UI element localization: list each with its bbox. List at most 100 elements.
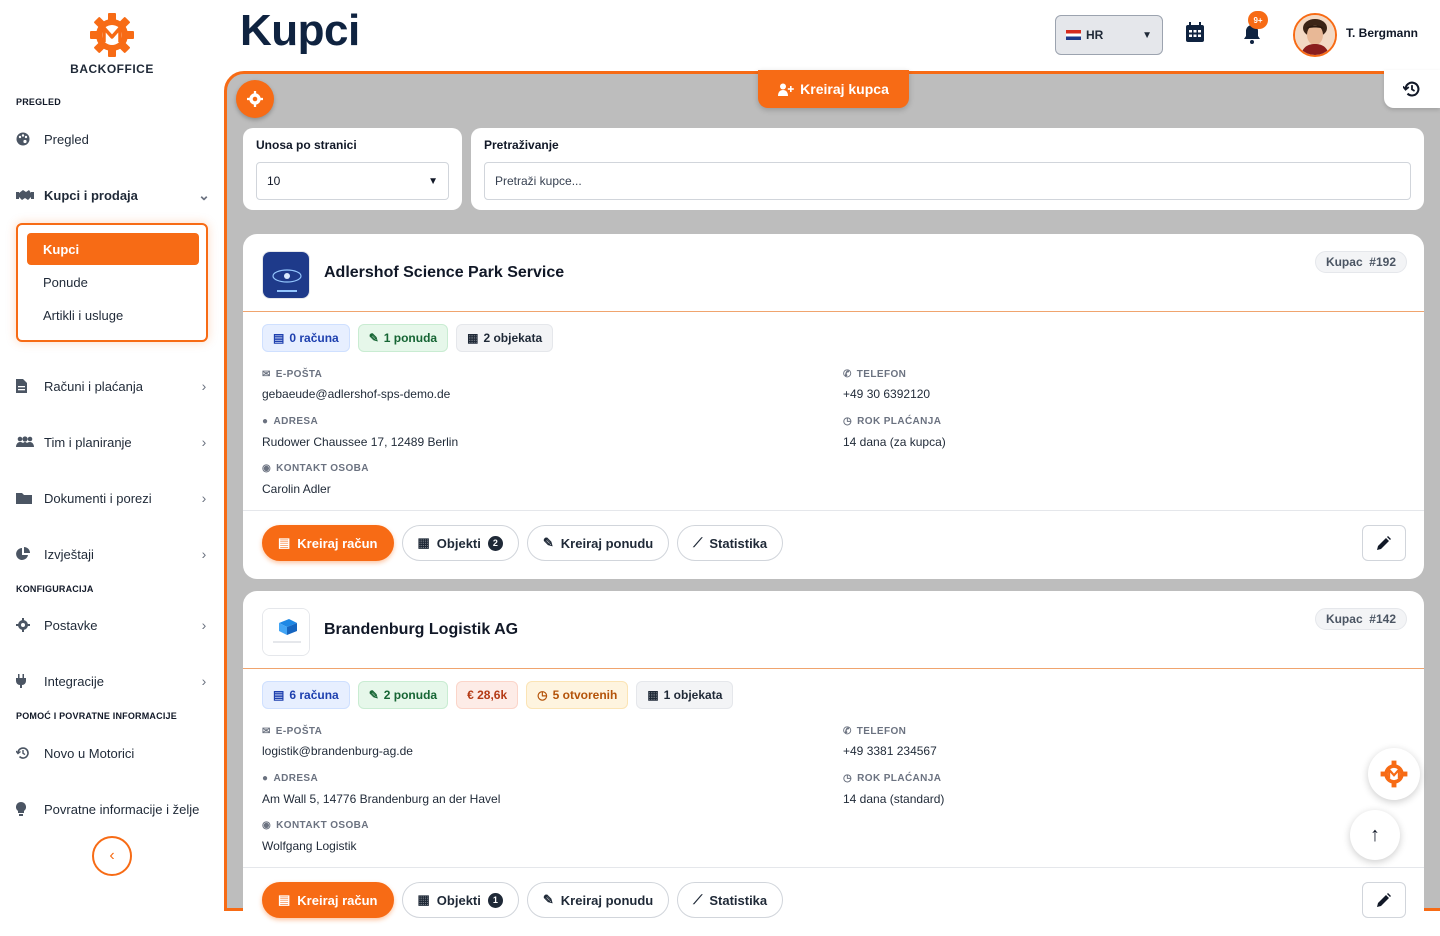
phone-value[interactable]: +49 30 6392120	[843, 387, 930, 401]
divider	[243, 311, 1424, 312]
sidebar-item-label: Postavke	[44, 617, 98, 633]
search-input[interactable]: Pretraži kupce...	[484, 162, 1411, 200]
objects-button[interactable]: ▦ Objekti 2	[401, 525, 519, 561]
sidebar-item-label: Povratne informacije i želje	[44, 801, 200, 817]
create-customer-button[interactable]: Kreiraj kupca	[758, 70, 909, 108]
user-icon: ◉	[262, 463, 272, 474]
assistant-button[interactable]	[1368, 748, 1420, 800]
customer-logo	[262, 608, 310, 656]
edit-button[interactable]	[1362, 525, 1406, 561]
lightbulb-icon	[16, 802, 38, 816]
sidebar-item-team[interactable]: Tim i planiranje ›	[16, 427, 210, 457]
building-icon: ▦	[647, 688, 659, 702]
invoice-icon	[16, 379, 38, 393]
customer-card: Adlershof Science Park Service Kupac #19…	[243, 234, 1424, 579]
email-value[interactable]: logistik@brandenburg-ag.de	[262, 744, 413, 758]
statistics-button[interactable]: ⟋ Statistika	[677, 882, 784, 918]
gear-icon	[247, 91, 263, 107]
brand-logo[interactable]: BACKOFFICE	[0, 12, 224, 76]
sidebar-item-feedback[interactable]: Povratne informacije i želje	[16, 794, 210, 824]
collapse-sidebar-button[interactable]: ‹	[92, 836, 132, 876]
sidebar-item-news[interactable]: Novo u Motorici	[16, 738, 210, 768]
avatar[interactable]	[1293, 13, 1337, 57]
objects-chip[interactable]: ▦ 1 objekata	[636, 681, 734, 709]
objects-button[interactable]: ▦ Objekti 1	[401, 882, 519, 918]
objects-count: 1	[487, 892, 503, 908]
objects-chip[interactable]: ▦ 2 objekata	[456, 324, 554, 352]
map-pin-icon: ●	[262, 416, 269, 427]
sidebar-item-overview[interactable]: Pregled	[16, 124, 210, 154]
sidebar-item-reports[interactable]: Izvještaji ›	[16, 539, 210, 569]
submenu-item-kupci[interactable]: Kupci	[27, 233, 199, 265]
search-label: Pretraživanje	[484, 138, 559, 152]
address-value: Rudower Chaussee 17, 12489 Berlin	[262, 435, 459, 449]
chevron-right-icon: ›	[201, 378, 207, 394]
phone-label: ✆ TELEFON	[843, 369, 907, 380]
contact-value: Carolin Adler	[262, 482, 331, 496]
invoices-chip[interactable]: ▤ 0 računa	[262, 324, 350, 352]
create-offer-button[interactable]: ✎ Kreiraj ponudu	[526, 525, 670, 561]
gear-logo-icon	[1380, 760, 1408, 788]
settings-button[interactable]	[236, 80, 274, 118]
search-panel: Pretraživanje Pretraži kupce...	[471, 128, 1424, 210]
customer-name[interactable]: Adlershof Science Park Service	[324, 264, 564, 282]
create-invoice-button[interactable]: ▤ Kreiraj račun	[262, 882, 394, 918]
building-icon: ▦	[467, 331, 479, 345]
chip-text: 2 objekata	[483, 331, 543, 345]
sidebar-item-label: Kupci i prodaja	[44, 187, 138, 203]
customer-chips: ▤ 0 računa ✎ 1 ponuda ▦ 2 objekata	[262, 324, 554, 352]
customer-card: Brandenburg Logistik AG Kupac #142 ▤ 6 ra…	[243, 591, 1424, 936]
sidebar-item-label: Izvještaji	[44, 546, 94, 562]
line-chart-icon: ⟋	[693, 535, 703, 550]
customer-name[interactable]: Brandenburg Logistik AG	[324, 621, 518, 639]
sidebar-item-documents[interactable]: Dokumenti i porezi ›	[16, 483, 210, 513]
contact-label: ◉ KONTAKT OSOBA	[262, 463, 369, 474]
calendar-icon[interactable]	[1186, 22, 1204, 47]
sidebar-item-customers-sales[interactable]: Kupci i prodaja ⌄	[16, 180, 210, 210]
user-name[interactable]: T. Bergmann	[1346, 26, 1418, 40]
scroll-to-top-button[interactable]: ↑	[1350, 810, 1400, 860]
offer-icon: ✎	[542, 535, 554, 550]
submenu-item-artikli[interactable]: Artikli i usluge	[27, 299, 199, 331]
handshake-icon	[16, 189, 38, 201]
language-select[interactable]: HR ▼	[1055, 15, 1163, 55]
phone-value[interactable]: +49 3381 234567	[843, 744, 937, 758]
per-page-select[interactable]: 10 ▼	[256, 162, 449, 200]
folder-icon	[16, 492, 38, 504]
per-page-label: Unosa po stranici	[256, 138, 357, 152]
customer-id-badge: Kupac #142	[1314, 608, 1407, 630]
plug-icon	[16, 674, 38, 688]
sidebar-item-label: Integracije	[44, 673, 104, 689]
language-value: HR	[1086, 28, 1104, 42]
open-items-chip[interactable]: ◷ 5 otvorenih	[526, 681, 629, 709]
sidebar-item-invoices[interactable]: Računi i plaćanja ›	[16, 371, 210, 401]
sidebar-item-settings[interactable]: Postavke ›	[16, 610, 210, 640]
sidebar-item-integrations[interactable]: Integracije ›	[16, 666, 210, 696]
section-overview: PREGLED	[16, 97, 61, 107]
edit-button[interactable]	[1362, 882, 1406, 918]
sidebar-item-label: Pregled	[44, 131, 89, 147]
chip-text: € 28,6k	[467, 688, 508, 702]
submenu-item-ponude[interactable]: Ponude	[27, 266, 199, 298]
arrow-up-icon: ↑	[1370, 823, 1380, 846]
email-label: ✉ E-POŠTA	[262, 726, 323, 737]
create-invoice-button[interactable]: ▤ Kreiraj račun	[262, 525, 394, 561]
contact-value: Wolfgang Logistik	[262, 839, 357, 853]
customer-chips: ▤ 6 računa ✎ 2 ponuda € 28,6k ◷ 5 otvorenih…	[262, 681, 734, 709]
chevron-down-icon: ▼	[428, 175, 438, 187]
history-button[interactable]	[1384, 70, 1440, 108]
clock-icon: ◷	[843, 416, 853, 427]
amount-chip[interactable]: € 28,6k	[456, 681, 519, 709]
sidebar-item-label: Dokumenti i porezi	[44, 490, 152, 506]
user-plus-icon	[778, 83, 794, 96]
statistics-button[interactable]: ⟋ Statistika	[677, 525, 784, 561]
email-value[interactable]: gebaeude@adlershof-sps-demo.de	[262, 387, 450, 401]
create-offer-button[interactable]: ✎ Kreiraj ponudu	[526, 882, 670, 918]
pie-chart-icon	[16, 547, 38, 561]
offers-chip[interactable]: ✎ 1 ponuda	[357, 324, 449, 352]
chip-text: 1 objekata	[663, 688, 723, 702]
chevron-right-icon: ›	[201, 673, 207, 689]
offers-chip[interactable]: ✎ 2 ponuda	[357, 681, 449, 709]
offer-icon: ✎	[368, 331, 379, 345]
invoices-chip[interactable]: ▤ 6 računa	[262, 681, 350, 709]
